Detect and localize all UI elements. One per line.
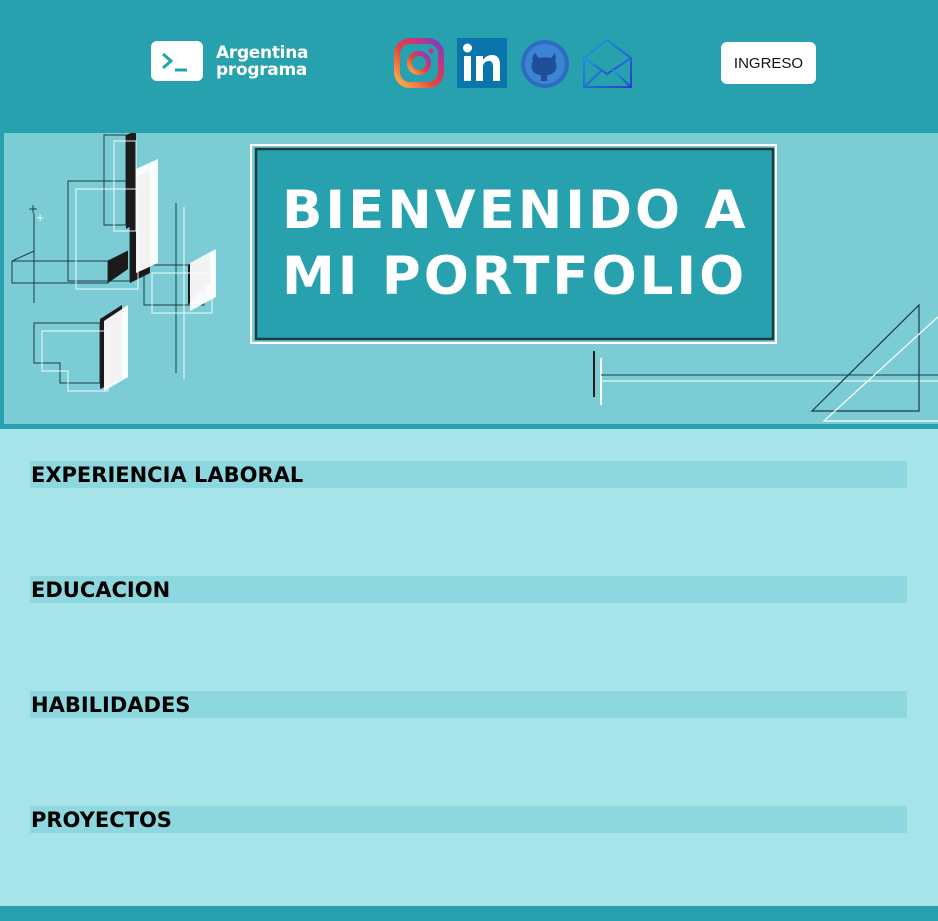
logo-text: Argentina programa [216,45,308,79]
hero-banner: + + BIENVENIDO A MI PORTFOLIO [0,133,938,429]
instagram-icon[interactable] [394,38,446,90]
section-title-educacion: EDUCACION [30,576,907,603]
footer-bar [0,906,938,921]
logo-line2: programa [216,60,308,80]
linkedin-icon[interactable] [457,38,507,90]
login-button[interactable]: INGRESO [721,42,816,84]
terminal-icon [151,41,203,81]
github-icon[interactable] [520,38,572,90]
section-title-habilidades: HABILIDADES [30,691,907,718]
hero-title-line2: MI PORTFOLIO [282,246,748,307]
header: Argentina programa INGRESO [0,0,938,133]
email-icon[interactable] [582,38,634,90]
section-title-experiencia: EXPERIENCIA LABORAL [30,461,907,488]
argentina-programa-logo[interactable]: Argentina programa [151,41,311,85]
hero-title: BIENVENIDO A MI PORTFOLIO [282,178,772,310]
hero-title-line1: BIENVENIDO A [282,180,749,241]
section-title-proyectos: PROYECTOS [30,806,907,833]
svg-text:+: + [36,213,44,224]
